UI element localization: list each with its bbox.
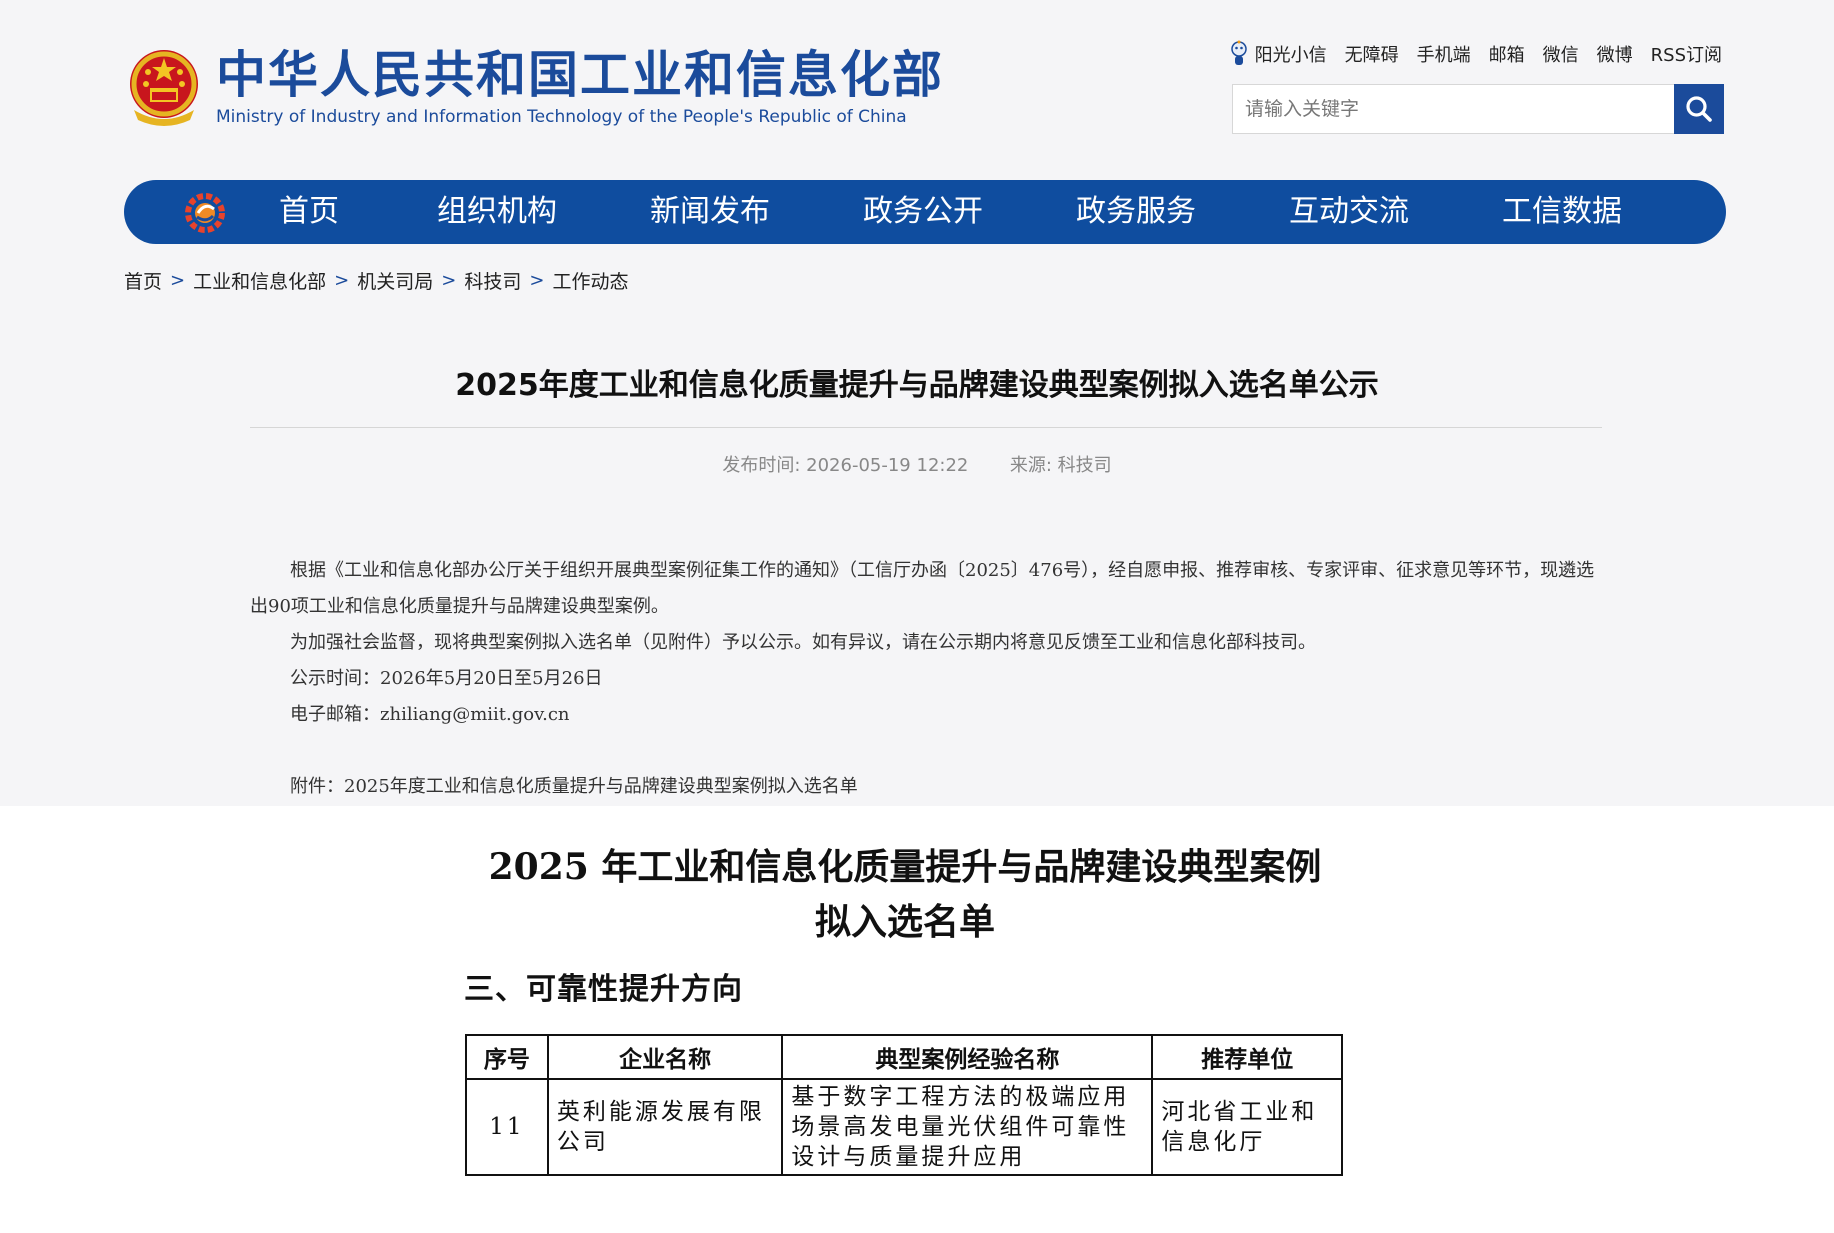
cases-table: 序号 企业名称 典型案例经验名称 推荐单位 11 英利能源发展有限公司 基于数字… <box>465 1034 1343 1176</box>
breadcrumb-separator: > <box>170 270 186 291</box>
top-link-mobile[interactable]: 手机端 <box>1417 41 1471 67</box>
top-link-wechat[interactable]: 微信 <box>1543 41 1579 67</box>
attachment-title-line2: 拟入选名单 <box>814 901 995 943</box>
site-logo[interactable]: 中华人民共和国工业和信息化部 Ministry of Industry and … <box>124 46 944 128</box>
search-box <box>1232 84 1724 134</box>
nav-interaction[interactable]: 互动交流 <box>1289 180 1409 244</box>
column-header: 典型案例经验名称 <box>781 1034 1154 1080</box>
top-link-email[interactable]: 邮箱 <box>1489 41 1525 67</box>
paragraph: 为加强社会监督，现将典型案例拟入选名单（见附件）予以公示。如有异议，请在公示期内… <box>290 632 1316 653</box>
attachment-link[interactable]: 附件：2025年度工业和信息化质量提升与品牌建设典型案例拟入选名单 <box>250 769 1602 805</box>
table-header-row: 序号 企业名称 典型案例经验名称 推荐单位 <box>465 1034 1343 1080</box>
breadcrumb-tech-dept[interactable]: 科技司 <box>464 267 521 294</box>
cell-number: 11 <box>465 1078 549 1176</box>
paragraph: 根据《工业和信息化部办公厅关于组织开展典型案例征集工作的通知》（工信厅办函〔20… <box>250 560 1595 617</box>
paragraph: 公示时间：2026年5月20日至5月26日 <box>290 668 603 689</box>
publish-time: 2026-05-19 12:22 <box>806 455 969 476</box>
breadcrumb: 首页 > 工业和信息化部 > 机关司局 > 科技司 > 工作动态 <box>124 267 628 294</box>
breadcrumb-departments[interactable]: 机关司局 <box>357 267 433 294</box>
top-links: 阳光小信 无障碍 手机端 邮箱 微信 微博 RSS订阅 <box>1229 40 1722 68</box>
mascot-icon <box>1230 40 1247 65</box>
breadcrumb-separator: > <box>441 270 457 291</box>
top-link-weibo[interactable]: 微博 <box>1597 41 1633 67</box>
column-header: 企业名称 <box>546 1034 784 1080</box>
paragraph: 电子邮箱：zhiliang@miit.gov.cn <box>290 704 570 725</box>
publish-label: 发布时间: <box>722 455 801 476</box>
column-header: 序号 <box>465 1034 549 1080</box>
breadcrumb-home[interactable]: 首页 <box>124 267 162 294</box>
table-row: 11 英利能源发展有限公司 基于数字工程方法的极端应用场景高发电量光伏组件可靠性… <box>465 1078 1343 1176</box>
attachment-section-heading: 三、可靠性提升方向 <box>464 972 743 1007</box>
search-button[interactable] <box>1674 84 1724 134</box>
top-link-accessibility[interactable]: 无障碍 <box>1345 41 1399 67</box>
breadcrumb-separator: > <box>334 270 350 291</box>
cell-recommending-unit: 河北省工业和信息化厅 <box>1151 1078 1343 1176</box>
main-nav: 首页 组织机构 新闻发布 政务公开 政务服务 互动交流 工信数据 <box>124 180 1726 244</box>
nav-news[interactable]: 新闻发布 <box>650 180 770 244</box>
breadcrumb-ministry[interactable]: 工业和信息化部 <box>193 267 326 294</box>
article-title: 2025年度工业和信息化质量提升与品牌建设典型案例拟入选名单公示 <box>455 368 1379 403</box>
top-link-rss[interactable]: RSS订阅 <box>1651 41 1722 67</box>
top-link-label: 阳光小信 <box>1254 45 1327 66</box>
nav-data[interactable]: 工信数据 <box>1502 180 1622 244</box>
nav-organization[interactable]: 组织机构 <box>437 180 557 244</box>
nav-home[interactable]: 首页 <box>279 180 339 244</box>
cell-company: 英利能源发展有限公司 <box>546 1078 784 1176</box>
search-input[interactable] <box>1233 85 1687 133</box>
search-icon <box>1686 96 1712 122</box>
breadcrumb-work-news[interactable]: 工作动态 <box>552 267 628 294</box>
nav-government-services[interactable]: 政务服务 <box>1076 180 1196 244</box>
source-value: 科技司 <box>1057 455 1112 476</box>
site-title: 中华人民共和国工业和信息化部 <box>216 46 944 104</box>
attachment-title-line1: 2025 年工业和信息化质量提升与品牌建设典型案例 <box>488 846 1322 888</box>
source-label: 来源: <box>1009 455 1052 476</box>
article-meta: 发布时间: 2026-05-19 12:22 来源: 科技司 <box>0 451 1834 477</box>
breadcrumb-separator: > <box>529 270 545 291</box>
cell-case-name: 基于数字工程方法的极端应用场景高发电量光伏组件可靠性设计与质量提升应用 <box>781 1078 1154 1176</box>
article-body: 根据《工业和信息化部办公厅关于组织开展典型案例征集工作的通知》（工信厅办函〔20… <box>250 553 1602 805</box>
title-divider <box>250 427 1602 428</box>
column-header: 推荐单位 <box>1151 1034 1343 1080</box>
ministry-gear-icon <box>185 193 225 233</box>
top-link-sunshine[interactable]: 阳光小信 <box>1229 40 1327 68</box>
national-emblem-icon <box>130 50 198 126</box>
site-subtitle: Ministry of Industry and Information Tec… <box>216 107 907 127</box>
nav-government-affairs[interactable]: 政务公开 <box>863 180 983 244</box>
